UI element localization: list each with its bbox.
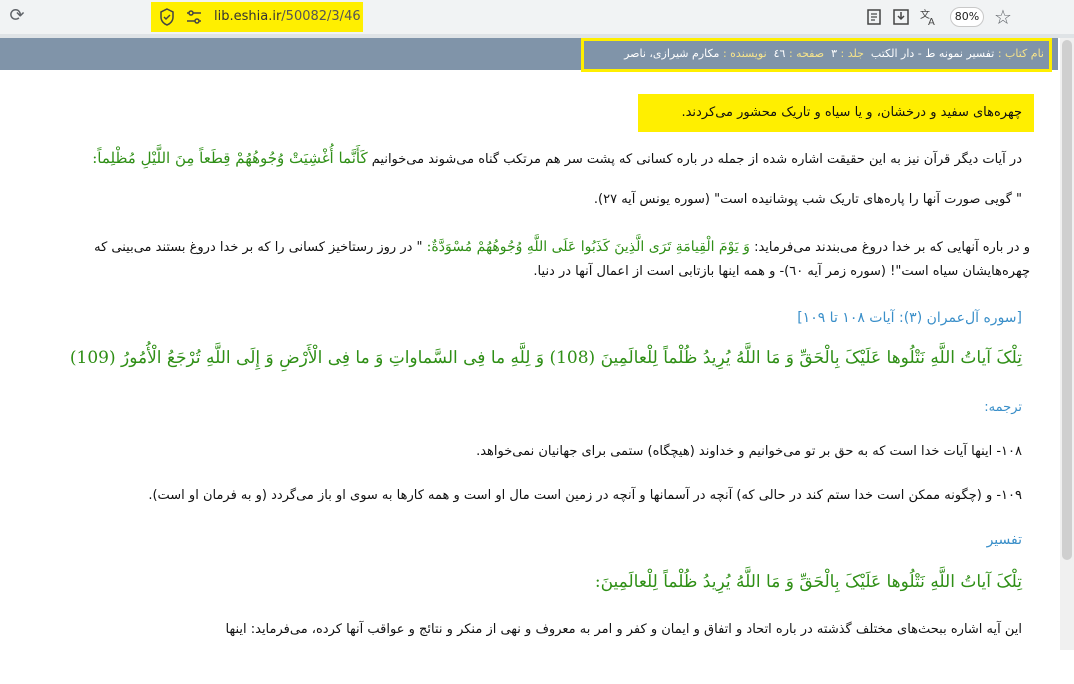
- download-icon[interactable]: [891, 7, 911, 27]
- paragraph-3-line-2: چهره‌هایشان سیاه است"! (سوره زمر آیه ٦٠)…: [533, 264, 1030, 279]
- url-text[interactable]: lib.eshia.ir/50082/3/46: [214, 9, 361, 24]
- reload-icon[interactable]: ⟳: [6, 5, 28, 27]
- paragraph-3-text-a: و در باره آنهایى که بر خدا دروغ مى‌بندند…: [754, 240, 1030, 255]
- volume-label: جلد :: [840, 47, 864, 60]
- last-paragraph: این آیه اشاره ببحث‌هاى مختلف گذشته در با…: [225, 622, 1023, 637]
- reader-mode-icon[interactable]: [864, 7, 884, 27]
- volume-value: ۳: [831, 47, 837, 60]
- browser-toolbar: ⟳ lib.eshia.ir/50082/3/46 文 A 80% ☆: [0, 0, 1074, 34]
- highlighted-sentence: چهره‌های سفید و درخشان، و یا سیاه و تاری…: [638, 94, 1034, 132]
- star-icon[interactable]: ☆: [994, 5, 1012, 29]
- paragraph-2: " گویى صورت آنها را پاره‌هاى تاریک شب پو…: [593, 192, 1022, 207]
- author-value[interactable]: مکارم شیرازی، ناصر: [624, 47, 719, 60]
- site-settings-icon[interactable]: [185, 8, 203, 26]
- book-title-label: نام کتاب :: [997, 47, 1044, 60]
- translation-108: ۱۰۸- اینها آیات خدا است که به حق بر تو م…: [476, 444, 1022, 459]
- translate-icon[interactable]: 文 A: [918, 7, 938, 27]
- book-title-value[interactable]: تفسیر نمونه ط - دار الکتب: [871, 47, 994, 60]
- url-domain: lib.eshia.ir: [214, 9, 282, 24]
- url-path: /50082/3/46: [281, 9, 361, 24]
- book-info: نام کتاب : تفسیر نمونه ط - دار الکتب جلد…: [581, 38, 1052, 72]
- shield-icon[interactable]: [158, 8, 176, 26]
- author-label: نویسنده :: [722, 47, 767, 60]
- page-label: صفحه :: [788, 47, 825, 60]
- page-value: ٤٦: [773, 47, 786, 60]
- translation-heading: ترجمه:: [984, 400, 1022, 415]
- tafsir-verse: تِلْکَ آیاتُ اللَّهِ نَتْلُوها عَلَیْکَ …: [594, 572, 1022, 592]
- scrollbar-thumb[interactable]: [1062, 40, 1072, 560]
- paragraph-3: و در باره آنهایى که بر خدا دروغ مى‌بندند…: [0, 234, 1030, 261]
- main-verse: تِلْکَ آیاتُ اللَّهِ نَتْلُوها عَلَیْکَ …: [69, 348, 1022, 368]
- section-reference: [سوره آل‌عمران (۳): آیات ۱۰۸ تا ۱۰۹]: [797, 310, 1022, 326]
- svg-text:A: A: [928, 17, 935, 27]
- paragraph-1-verse: کَأَنَّما أُغْشِیَتْ وُجُوهُهُمْ قِطَعاً…: [92, 149, 368, 167]
- zoom-level[interactable]: 80%: [950, 7, 984, 27]
- paragraph-1-text: در آیات دیگر قرآن نیز به این حقیقت اشاره…: [371, 152, 1022, 167]
- tafsir-heading: تفسیر: [986, 532, 1022, 548]
- translation-109: ۱۰۹- و (چگونه ممکن است خدا ستم کند در حا…: [148, 488, 1022, 503]
- paragraph-1: در آیات دیگر قرآن نیز به این حقیقت اشاره…: [12, 146, 1022, 172]
- paragraph-3-verse: وَ یَوْمَ الْقِیامَةِ تَرَى الَّذِینَ کَ…: [426, 239, 750, 255]
- paragraph-3-text-b: " در روز رستاخیز کسانى را که بر خدا دروغ…: [94, 240, 423, 255]
